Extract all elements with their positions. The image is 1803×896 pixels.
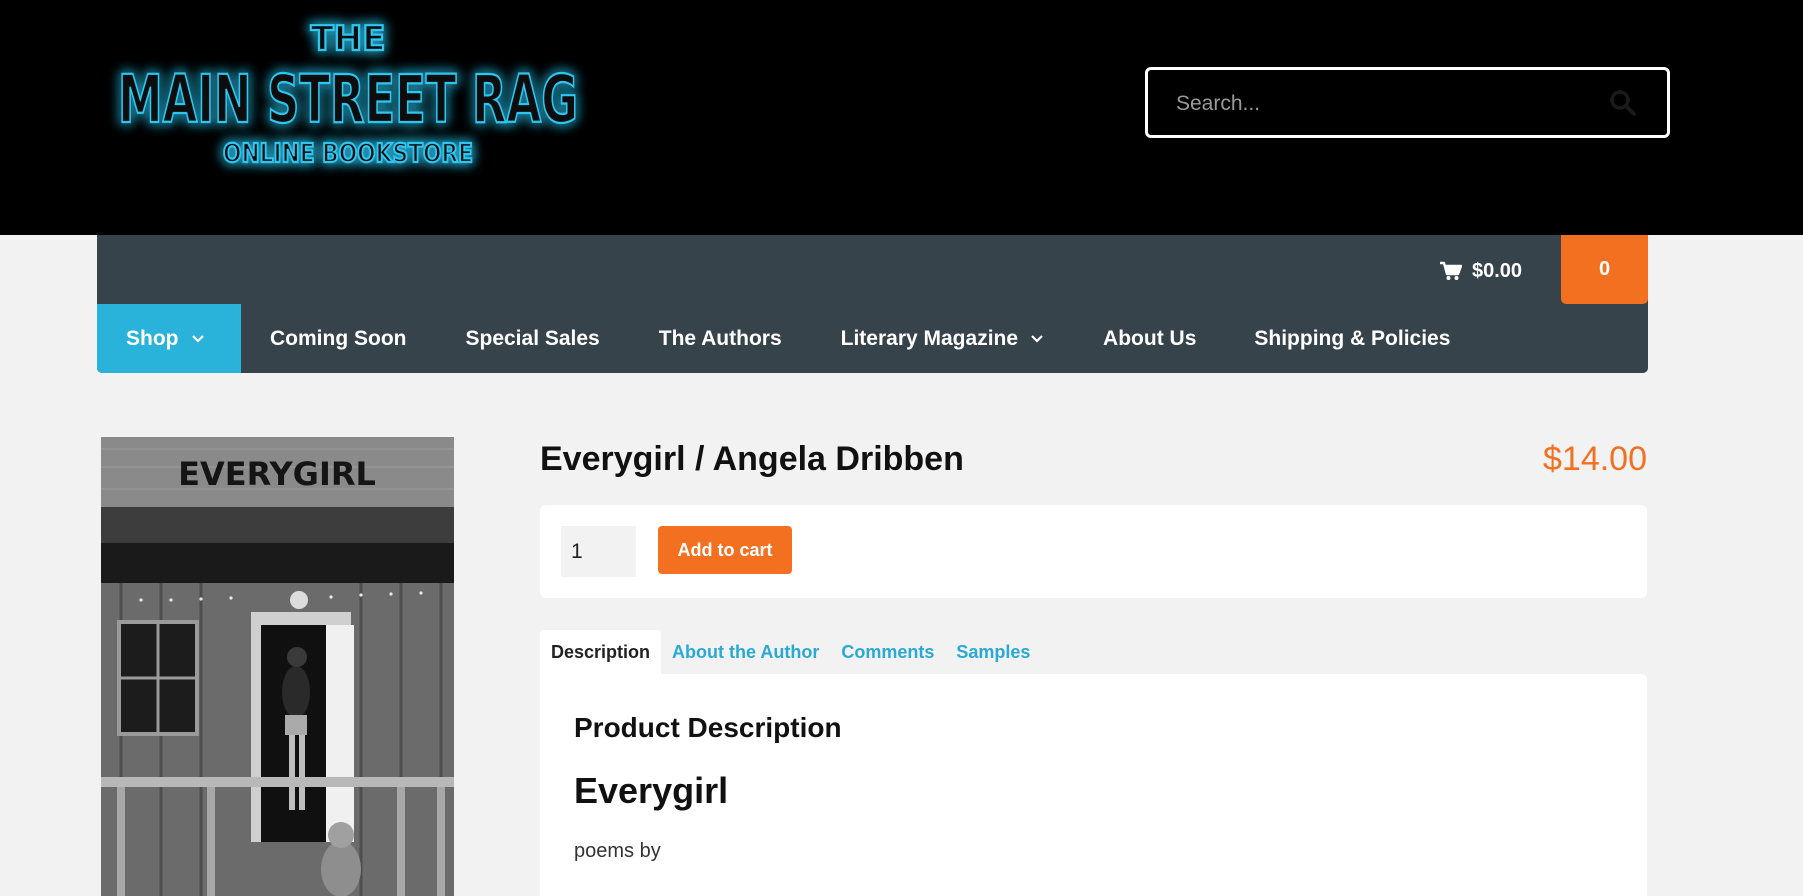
menu-item-special-sales[interactable]: Special Sales <box>406 304 599 373</box>
logo-line-1: THE <box>311 19 386 59</box>
menu-item-the-authors[interactable]: The Authors <box>600 304 782 373</box>
add-to-cart-button[interactable]: Add to cart <box>658 526 792 574</box>
tab-samples[interactable]: Samples <box>945 630 1041 674</box>
logo-line-2: MAIN STREET RAG <box>118 61 578 138</box>
menu-item-label: The Authors <box>658 326 782 350</box>
menu-item-coming-soon[interactable]: Coming Soon <box>241 304 406 373</box>
main-navigation: $0.00 0 Shop Coming Soon Special Sales T… <box>97 235 1648 373</box>
chevron-down-icon <box>1031 334 1043 343</box>
site-logo[interactable]: THE MAIN STREET RAG ONLINE BOOKSTORE <box>108 10 588 182</box>
cart-count-badge[interactable]: 0 <box>1561 235 1648 304</box>
menu-item-shipping-policies[interactable]: Shipping & Policies <box>1196 304 1450 373</box>
cart-total-amount: $0.00 <box>1472 259 1523 282</box>
tab-comments[interactable]: Comments <box>830 630 945 674</box>
site-header: THE MAIN STREET RAG ONLINE BOOKSTORE <box>0 0 1803 235</box>
search-icon[interactable] <box>1609 89 1637 117</box>
chevron-down-icon <box>191 334 204 343</box>
product-cover-image[interactable]: EVERYGIRL <box>101 437 454 896</box>
description-heading: Product Description <box>574 712 842 743</box>
tab-description[interactable]: Description <box>540 630 662 674</box>
quantity-field[interactable] <box>561 526 636 577</box>
product-tabs: Description About the Author Comments Sa… <box>540 630 1041 674</box>
menu-item-label: Literary Magazine <box>840 326 1019 350</box>
menu-item-label: Coming Soon <box>270 326 407 350</box>
menu-item-label: Shop <box>126 326 179 350</box>
add-to-cart-form: Add to cart <box>540 505 1647 598</box>
search-input[interactable] <box>1176 90 1596 118</box>
logo-line-3: ONLINE BOOKSTORE <box>223 139 473 169</box>
byline-text: poems by <box>574 840 661 862</box>
menu-item-shop[interactable]: Shop <box>97 304 241 373</box>
menu-item-about-us[interactable]: About Us <box>1044 304 1196 373</box>
cover-title: EVERYGIRL <box>178 455 376 493</box>
search-box[interactable] <box>1145 67 1670 138</box>
cart-total[interactable]: $0.00 <box>1440 259 1522 283</box>
menu-item-label: Special Sales <box>465 326 600 350</box>
product-title: Everygirl / Angela Dribben <box>540 440 964 478</box>
menu-item-label: Shipping & Policies <box>1254 326 1451 350</box>
menu-item-label: About Us <box>1103 326 1197 350</box>
product-price: $14.00 <box>1543 440 1647 478</box>
menu-bar: Shop Coming Soon Special Sales The Autho… <box>97 304 1450 373</box>
menu-item-literary-magazine[interactable]: Literary Magazine <box>782 304 1044 373</box>
book-title-heading: Everygirl <box>574 770 729 811</box>
tab-about-the-author[interactable]: About the Author <box>661 630 830 674</box>
description-panel: Product Description Everygirl poems by <box>540 674 1647 896</box>
shopping-cart-icon <box>1440 261 1462 280</box>
